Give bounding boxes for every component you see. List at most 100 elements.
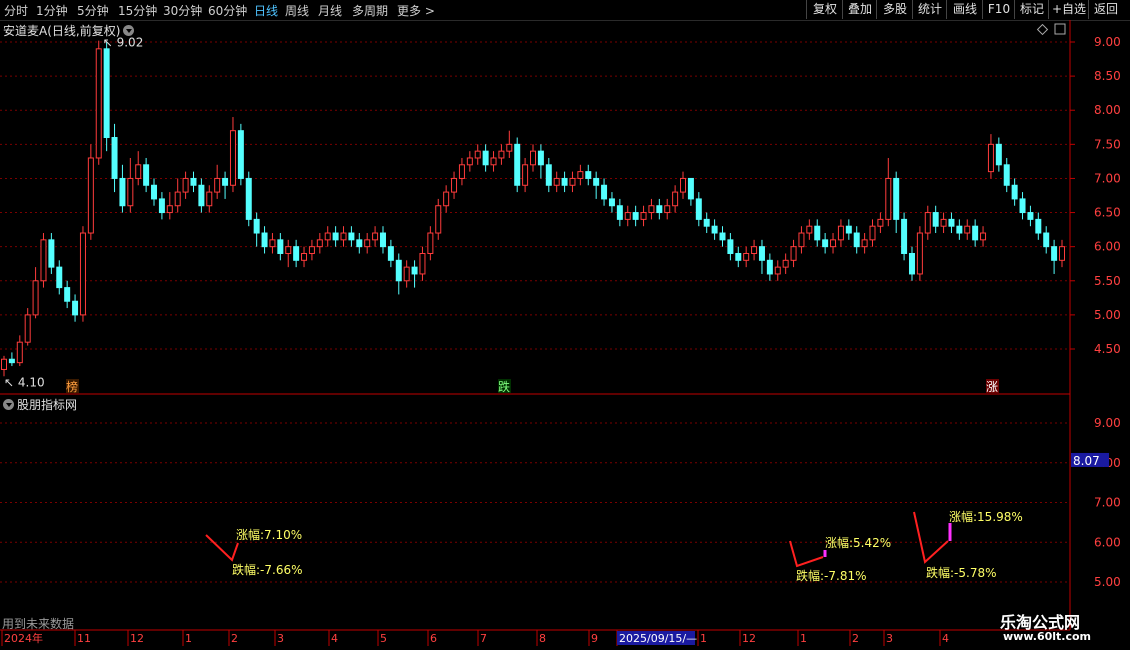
candle-body bbox=[285, 246, 292, 254]
candle-body bbox=[1059, 246, 1065, 261]
candle-body bbox=[458, 164, 465, 179]
restore-rights-button[interactable]: 复权 bbox=[806, 0, 843, 19]
indicator-title[interactable]: 股朋指标网 bbox=[3, 396, 77, 413]
chevron-down-icon[interactable] bbox=[3, 399, 14, 410]
chevron-down-icon[interactable] bbox=[123, 25, 135, 36]
candle-body bbox=[158, 198, 165, 214]
time-tick-label: 11 bbox=[77, 632, 91, 645]
candle-body bbox=[545, 164, 552, 186]
candle-body bbox=[616, 205, 623, 220]
time-tick-label: 3 bbox=[886, 632, 893, 645]
candle-body bbox=[182, 177, 189, 193]
candle-body bbox=[16, 341, 23, 364]
time-tick-label: 9 bbox=[591, 632, 598, 645]
candle-body bbox=[395, 259, 402, 282]
indicator-tick-label: 7.00 bbox=[1094, 496, 1121, 510]
period-daily[interactable]: 日线 bbox=[254, 2, 278, 19]
candle-body bbox=[166, 205, 173, 214]
price-tick-label: 6.50 bbox=[1094, 206, 1121, 220]
period-more[interactable]: 更多 > bbox=[397, 2, 435, 19]
signal-marker: 榜 bbox=[66, 379, 78, 394]
candlestick-chart[interactable]: 9.00 8.50 8.00 7.50 7.00 6.50 6.00 5.50 5.00 4.50… bbox=[0, 0, 1130, 650]
candle-body bbox=[664, 205, 671, 214]
time-tick-label: 2024年 bbox=[4, 631, 43, 645]
statistics-button[interactable]: 统计 bbox=[912, 0, 947, 19]
candle-body bbox=[735, 252, 742, 261]
candle-body bbox=[758, 246, 765, 261]
indicator-tick-label: 6.00 bbox=[1094, 535, 1121, 549]
time-tick-label: 1 bbox=[185, 632, 192, 645]
time-cursor-label: 2025/09/15/— bbox=[619, 632, 697, 645]
period-multi[interactable]: 多周期 bbox=[352, 2, 388, 19]
candle-body bbox=[893, 177, 900, 220]
candle-body bbox=[1, 358, 7, 370]
candle-body bbox=[948, 218, 955, 227]
signal-marker: 跌 bbox=[498, 379, 510, 394]
candle-body bbox=[143, 164, 150, 186]
candle-body bbox=[95, 48, 102, 159]
candle-body bbox=[466, 157, 473, 166]
signal-marker-bg bbox=[986, 379, 999, 393]
signal-marker-bg bbox=[66, 379, 79, 393]
candle-body bbox=[190, 177, 197, 186]
candle-body bbox=[474, 150, 481, 159]
candle-body bbox=[411, 266, 418, 275]
period-30min[interactable]: 30分钟 bbox=[163, 2, 202, 19]
candle-body bbox=[522, 164, 529, 186]
price-tick-label: 5.50 bbox=[1094, 274, 1121, 288]
candle-body bbox=[719, 232, 726, 241]
draw-line-button[interactable]: 画线 bbox=[946, 0, 983, 19]
period-1min[interactable]: 1分钟 bbox=[36, 2, 68, 19]
period-weekly[interactable]: 周线 bbox=[285, 2, 309, 19]
candle-body bbox=[837, 225, 844, 241]
time-tick-label: 4 bbox=[942, 632, 949, 645]
candle-body bbox=[632, 212, 639, 220]
candle-body bbox=[577, 171, 584, 179]
candle-body bbox=[269, 239, 276, 248]
price-tick-label: 4.50 bbox=[1094, 342, 1121, 356]
multi-stock-button[interactable]: 多股 bbox=[876, 0, 913, 19]
period-minute[interactable]: 分时 bbox=[4, 2, 28, 19]
candle-body bbox=[419, 252, 426, 275]
candle-body bbox=[514, 143, 521, 186]
add-favorite-button[interactable]: +自选 bbox=[1048, 0, 1089, 19]
candle-body bbox=[482, 150, 489, 166]
candle-body bbox=[451, 177, 458, 193]
period-monthly[interactable]: 月线 bbox=[318, 2, 342, 19]
mark-button[interactable]: 标记 bbox=[1014, 0, 1049, 19]
period-5min[interactable]: 5分钟 bbox=[77, 2, 109, 19]
candle-body bbox=[324, 232, 331, 241]
time-tick-label: 7 bbox=[480, 632, 487, 645]
low-price-label: ↖ 4.10 bbox=[4, 375, 45, 389]
back-button[interactable]: 返回 bbox=[1088, 0, 1123, 19]
indicator-tick-label: 9.00 bbox=[1094, 416, 1121, 430]
time-tick-label: 12 bbox=[742, 632, 756, 645]
time-tick-label: 1 bbox=[700, 632, 707, 645]
indicator-down-label: 跌幅:-5.78% bbox=[926, 565, 997, 580]
overlay-button[interactable]: 叠加 bbox=[842, 0, 877, 19]
candle-body bbox=[593, 177, 600, 186]
chart-title[interactable]: 安道麦A(日线,前复权) bbox=[3, 22, 135, 39]
candle-body bbox=[561, 177, 568, 186]
period-15min[interactable]: 15分钟 bbox=[118, 2, 157, 19]
candle-body bbox=[498, 150, 505, 159]
indicator-v-line bbox=[913, 511, 949, 564]
candle-body bbox=[1019, 198, 1026, 214]
candle-body bbox=[672, 191, 679, 207]
candle-body bbox=[151, 184, 158, 200]
candle-body bbox=[277, 239, 284, 254]
candle-body bbox=[293, 246, 300, 261]
candle-body bbox=[64, 287, 71, 302]
candle-body bbox=[608, 198, 615, 207]
candle-body bbox=[379, 232, 386, 248]
period-60min[interactable]: 60分钟 bbox=[208, 2, 247, 19]
candle-body bbox=[814, 225, 821, 241]
candle-body bbox=[32, 280, 39, 316]
candle-body bbox=[530, 150, 536, 166]
f10-button[interactable]: F10 bbox=[982, 0, 1015, 19]
candle-body bbox=[316, 239, 323, 248]
price-tick-label: 5.00 bbox=[1094, 308, 1121, 322]
time-cursor-box bbox=[617, 631, 695, 645]
candle-body bbox=[174, 191, 181, 207]
diamond-icon bbox=[1036, 23, 1049, 36]
